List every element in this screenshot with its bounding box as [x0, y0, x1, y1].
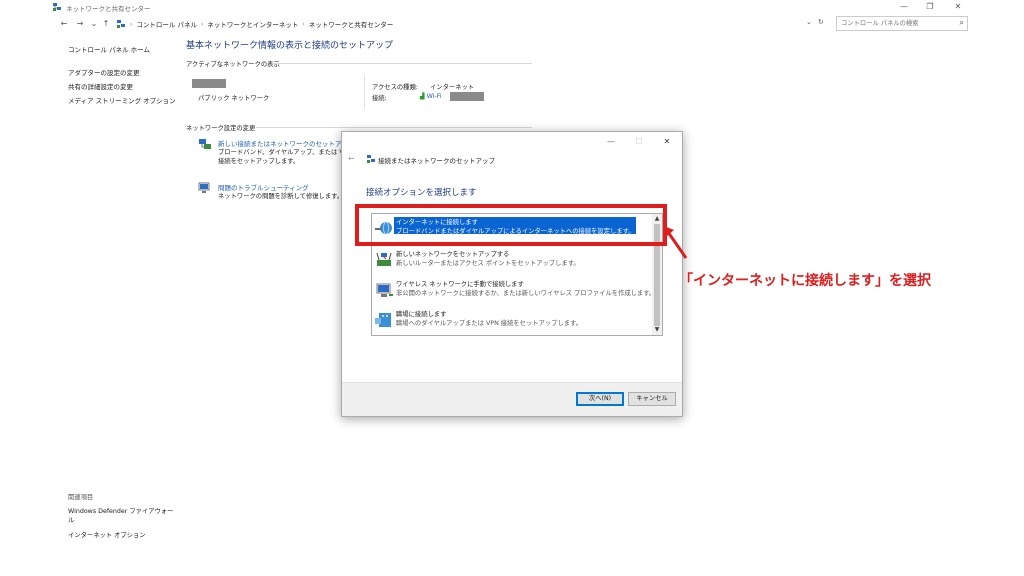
option-manual-wireless[interactable]: ワイヤレス ネットワークに手動で接続します 非公開のネットワークに接続するか、ま… — [373, 277, 655, 307]
restore-button[interactable]: ❐ — [922, 1, 938, 13]
recent-locations-button[interactable]: ⌄ — [88, 18, 100, 30]
dialog-title: 接続またはネットワークのセットアップ — [378, 157, 495, 165]
access-type-value: インターネット — [430, 84, 475, 91]
workplace-icon — [375, 313, 391, 327]
internet-options-link[interactable]: インターネット オプション — [68, 531, 178, 540]
dialog-maximize-button[interactable]: ☐ — [632, 136, 646, 148]
dialog-back-button[interactable]: ← — [348, 154, 355, 163]
option-desc: 職場へのダイヤルアップまたは VPN 接続をセットアップします。 — [396, 320, 583, 327]
troubleshoot-desc: ネットワークの問題を診断して修復します。ま — [218, 193, 350, 200]
active-networks-label: アクティブなネットワークの表示 — [186, 61, 280, 68]
dialog-minimize-button[interactable]: — — [604, 136, 618, 148]
up-button[interactable]: ↑ — [100, 18, 112, 30]
cancel-button[interactable]: キャンセル — [628, 392, 676, 406]
search-icon[interactable]: ⌕ — [960, 18, 964, 28]
firewall-link[interactable]: Windows Defender ファイアウォール — [68, 507, 178, 525]
address-dropdown-button[interactable]: ⌄ — [806, 18, 812, 26]
page-title: 基本ネットワーク情報の表示と接続のセットアップ — [186, 41, 394, 51]
breadcrumb-separator: › — [200, 20, 204, 28]
annotation-text: 「インターネットに接続します」を選択 — [679, 273, 931, 289]
title-bar: ネットワークと共有センター — ❐ ✕ — [0, 0, 1024, 14]
setup-connection-dialog: — ☐ ✕ ← 接続またはネットワークのセットアップ 接続オプションを選択します… — [341, 131, 683, 417]
dialog-heading: 接続オプションを選択します — [366, 188, 477, 198]
adapter-settings-link[interactable]: アダプターの設定の変更 — [68, 67, 140, 77]
minimize-button[interactable]: — — [896, 1, 912, 13]
dialog-footer: 次へ(N) キャンセル — [342, 382, 682, 416]
setup-network-icon — [367, 155, 375, 163]
breadcrumb-item-control-panel[interactable]: コントロール パネル — [136, 19, 197, 29]
related-title: 関連項目 — [68, 494, 94, 501]
troubleshoot-link[interactable]: 問題のトラブルシューティング — [218, 182, 309, 192]
address-tools: ⌄ ↻ — [806, 18, 824, 26]
new-connection-link[interactable]: 新しい接続またはネットワークのセットアップ — [218, 138, 355, 148]
close-button[interactable]: ✕ — [950, 1, 966, 13]
access-type-label: アクセスの種類: — [372, 84, 418, 91]
forward-button[interactable]: → — [74, 18, 86, 30]
new-connection-desc: ブロードバンド、ダイヤルアップ、または VPN 接続をセットアップします。 — [218, 149, 353, 165]
media-streaming-link[interactable]: メディア ストリーミング オプション — [68, 95, 176, 105]
breadcrumb: › コントロール パネル › ネットワークとインターネット › ネットワークと共… — [116, 18, 393, 30]
divider — [256, 127, 532, 128]
scroll-down-arrow[interactable]: ▼ — [652, 325, 662, 335]
divider — [272, 63, 532, 64]
troubleshoot-icon — [198, 182, 210, 193]
search-input[interactable] — [837, 17, 949, 30]
control-panel-home-link[interactable]: コントロール パネル ホーム — [68, 44, 150, 54]
option-new-network[interactable]: 新しいネットワークをセットアップする 新しいルーターまたはアクセス ポイントをセ… — [373, 247, 651, 277]
new-connection-icon — [199, 139, 211, 149]
change-settings-label: ネットワーク設定の変更 — [186, 125, 256, 132]
router-icon — [376, 252, 392, 266]
connection-value: ▟ Wi-Fi — [420, 93, 442, 100]
advanced-sharing-link[interactable]: 共有の詳細設定の変更 — [68, 81, 133, 91]
window-title: ネットワークと共有センター — [66, 5, 151, 13]
breadcrumb-item-network-center[interactable]: ネットワークと共有センター — [309, 19, 394, 29]
option-title: ワイヤレス ネットワークに手動で接続します — [396, 281, 524, 288]
refresh-button[interactable]: ↻ — [818, 18, 824, 26]
redacted-ssid — [450, 92, 484, 101]
search-box[interactable]: ⌕ — [836, 16, 968, 31]
control-panel-icon — [117, 20, 125, 28]
option-title: 新しいネットワークをセットアップする — [396, 251, 510, 258]
divider — [364, 76, 365, 108]
dialog-close-button[interactable]: ✕ — [660, 136, 674, 148]
annotation-arrow-icon — [664, 226, 688, 259]
redacted-network-name — [192, 79, 226, 88]
breadcrumb-separator: › — [130, 20, 133, 28]
wireless-computer-icon — [376, 283, 393, 297]
network-type: パブリック ネットワーク — [198, 95, 270, 102]
option-desc: 新しいルーターまたはアクセス ポイントをセットアップします。 — [396, 260, 580, 267]
annotation-highlight-box — [355, 204, 667, 246]
option-title: 職場に接続します — [396, 311, 447, 318]
option-desc: 非公開のネットワークに接続するか、または新しいワイヤレス プロファイルを作成しま… — [396, 290, 656, 297]
back-button[interactable]: ← — [58, 18, 70, 30]
option-workplace[interactable]: 職場に接続します 職場へのダイヤルアップまたは VPN 接続をセットアップします… — [373, 307, 651, 335]
network-center-icon — [53, 3, 61, 11]
wifi-link[interactable]: Wi-Fi — [427, 93, 442, 100]
breadcrumb-separator: › — [302, 20, 305, 28]
wifi-signal-icon: ▟ — [420, 93, 425, 100]
breadcrumb-item-network-internet[interactable]: ネットワークとインターネット — [207, 19, 298, 29]
connection-label: 接続: — [372, 95, 387, 102]
next-button[interactable]: 次へ(N) — [576, 392, 624, 406]
